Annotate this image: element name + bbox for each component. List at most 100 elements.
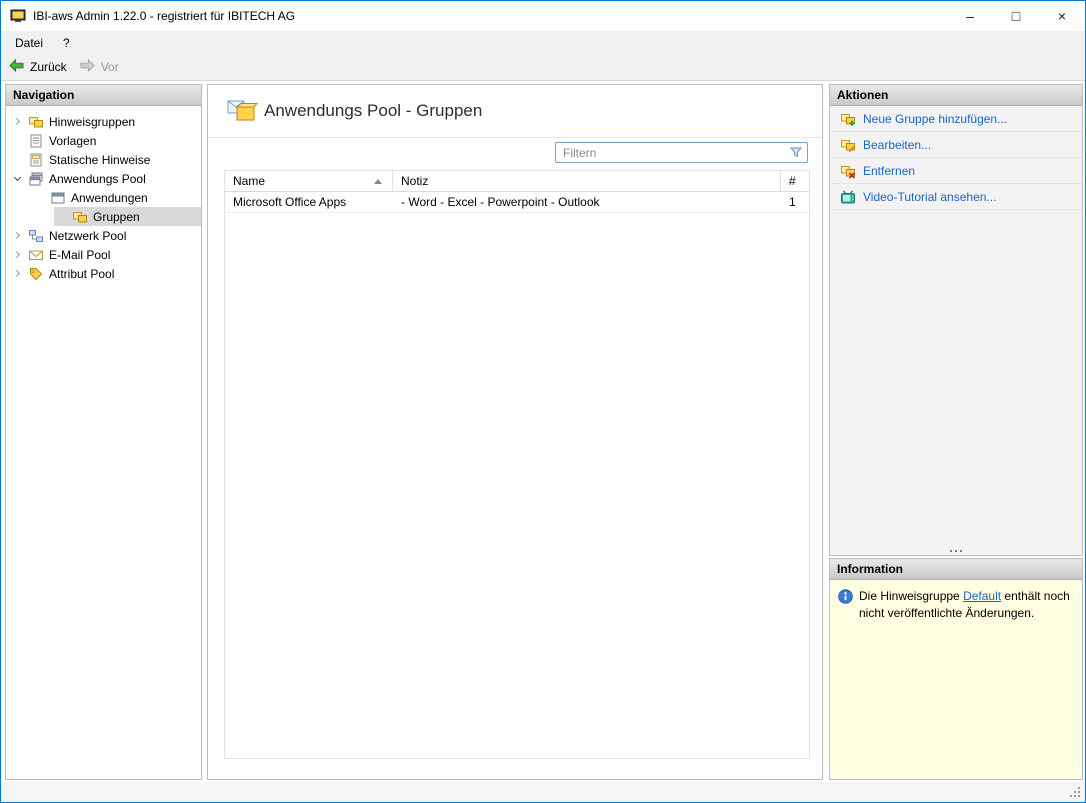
chevron-right-icon[interactable] [10,117,24,126]
nav-item-label: Anwendungen [71,190,148,205]
column-header-name[interactable]: Name [225,171,393,191]
action-label: Entfernen [863,163,916,178]
information-body: Die Hinweisgruppe Default enthält noch n… [830,580,1082,779]
email-pool-icon [28,247,45,263]
default-group-link[interactable]: Default [963,589,1001,603]
status-bar [1,782,1085,802]
add-group-action[interactable]: Neue Gruppe hinzufügen... [830,106,1082,132]
chevron-down-icon[interactable] [10,173,24,182]
nav-item-label: Attribut Pool [49,266,115,281]
menu-help[interactable]: ? [53,33,80,53]
nav-item-anwendungs-pool[interactable]: Anwendungs Pool [6,169,201,188]
page-title: Anwendungs Pool - Gruppen [264,101,483,120]
splitter-dots-icon [955,550,957,552]
action-label: Neue Gruppe hinzufügen... [863,111,1008,126]
nav-item-email-pool[interactable]: E-Mail Pool [6,245,201,264]
column-label: Name [233,174,266,188]
forward-button[interactable]: Vor [79,58,119,76]
applications-icon [50,190,67,206]
navigation-tree: Hinweisgruppen Vorlagen Statische Hinwei… [6,106,201,283]
column-header-notiz[interactable]: Notiz [393,171,781,191]
action-label: Bearbeiten... [863,137,932,152]
window-title: IBI-aws Admin 1.22.0 - registriert für I… [33,9,296,23]
nav-item-hinweisgruppen[interactable]: Hinweisgruppen [6,112,201,131]
column-header-count[interactable]: # [781,171,809,191]
nav-item-statische-hinweise[interactable]: Statische Hinweise [6,150,201,169]
information-panel-header: Information [830,559,1082,580]
chevron-right-icon[interactable] [10,269,24,278]
chevron-right-icon[interactable] [10,231,24,240]
edit-group-icon [840,137,856,153]
actions-panel-header: Aktionen [830,85,1082,106]
filter-input[interactable] [555,142,808,163]
table-row[interactable]: Microsoft Office Apps - Word - Excel - P… [225,192,809,213]
cell-notiz: - Word - Excel - Powerpoint - Outlook [401,195,600,209]
nav-item-label: Anwendungs Pool [49,171,146,186]
nav-item-netzwerk-pool[interactable]: Netzwerk Pool [6,226,201,245]
hint-groups-icon [28,114,45,130]
video-tutorial-icon [840,189,856,205]
back-arrow-icon [8,58,25,76]
menu-datei[interactable]: Datei [5,33,53,53]
sort-ascending-icon [374,178,382,184]
remove-group-action[interactable]: Entfernen [830,158,1082,184]
actions-panel: Aktionen Neue Gruppe hinzufügen... Bearb… [829,84,1083,556]
templates-icon [28,133,45,149]
app-window: IBI-aws Admin 1.22.0 - registriert für I… [0,0,1086,803]
nav-item-attribut-pool[interactable]: Attribut Pool [6,264,201,283]
groups-icon [72,209,89,225]
forward-button-label: Vor [100,60,119,74]
nav-item-label: Vorlagen [49,133,97,148]
nav-item-label: Gruppen [93,209,140,224]
cell-name: Microsoft Office Apps [233,195,347,209]
edit-group-action[interactable]: Bearbeiten... [830,132,1082,158]
window-controls: – □ × [947,1,1085,31]
action-label: Video-Tutorial ansehen... [863,189,997,204]
titlebar: IBI-aws Admin 1.22.0 - registriert für I… [1,1,1085,31]
column-label: Notiz [401,174,429,188]
filter-funnel-icon[interactable] [789,145,803,162]
groups-table: Name Notiz # Microsoft Office Apps - Wor… [224,170,810,759]
nav-item-gruppen[interactable]: Gruppen [6,207,201,226]
video-tutorial-action[interactable]: Video-Tutorial ansehen... [830,184,1082,210]
main-header: Anwendungs Pool - Gruppen [208,85,822,138]
navigation-toolbar: Zurück Vor [1,54,1085,81]
resize-grip[interactable] [1069,786,1081,798]
table-header: Name Notiz # [225,171,809,192]
information-message: Die Hinweisgruppe Default enthält noch n… [859,588,1074,622]
groups-page-icon [226,96,259,129]
info-icon [838,589,853,604]
nav-item-label: Netzwerk Pool [49,228,127,243]
navigation-panel-header: Navigation [6,85,201,106]
close-button[interactable]: × [1039,1,1085,31]
remove-group-icon [840,163,856,179]
nav-item-anwendungen[interactable]: Anwendungen [6,188,201,207]
menubar: Datei ? [1,31,1085,54]
forward-arrow-icon [79,58,96,76]
main-content-panel: Anwendungs Pool - Gruppen Name Notiz [207,84,823,780]
application-pool-icon [28,171,45,187]
resize-grip-dots-icon [1070,787,1072,789]
attribute-pool-icon [28,266,45,282]
nav-item-label: Hinweisgruppen [49,114,136,129]
maximize-button[interactable]: □ [993,1,1039,31]
back-button-label: Zurück [30,60,67,74]
back-button[interactable]: Zurück [8,58,67,76]
actions-list: Neue Gruppe hinzufügen... Bearbeiten... [830,106,1082,555]
panel-splitter[interactable] [830,547,1082,555]
information-text-before: Die Hinweisgruppe [859,589,964,603]
minimize-button[interactable]: – [947,1,993,31]
navigation-panel: Navigation Hinweisgruppen Vorlagen Stati… [5,84,202,780]
nav-item-label: Statische Hinweise [49,152,151,167]
cell-count: 1 [789,195,796,209]
column-label: # [789,174,796,188]
nav-item-vorlagen[interactable]: Vorlagen [6,131,201,150]
network-pool-icon [28,228,45,244]
nav-item-label: E-Mail Pool [49,247,111,262]
app-icon [10,8,26,24]
chevron-right-icon[interactable] [10,250,24,259]
filter-box [555,142,808,163]
static-hints-icon [28,152,45,168]
add-group-icon [840,111,856,127]
information-panel: Information Die Hinweisgruppe Default en… [829,558,1083,780]
